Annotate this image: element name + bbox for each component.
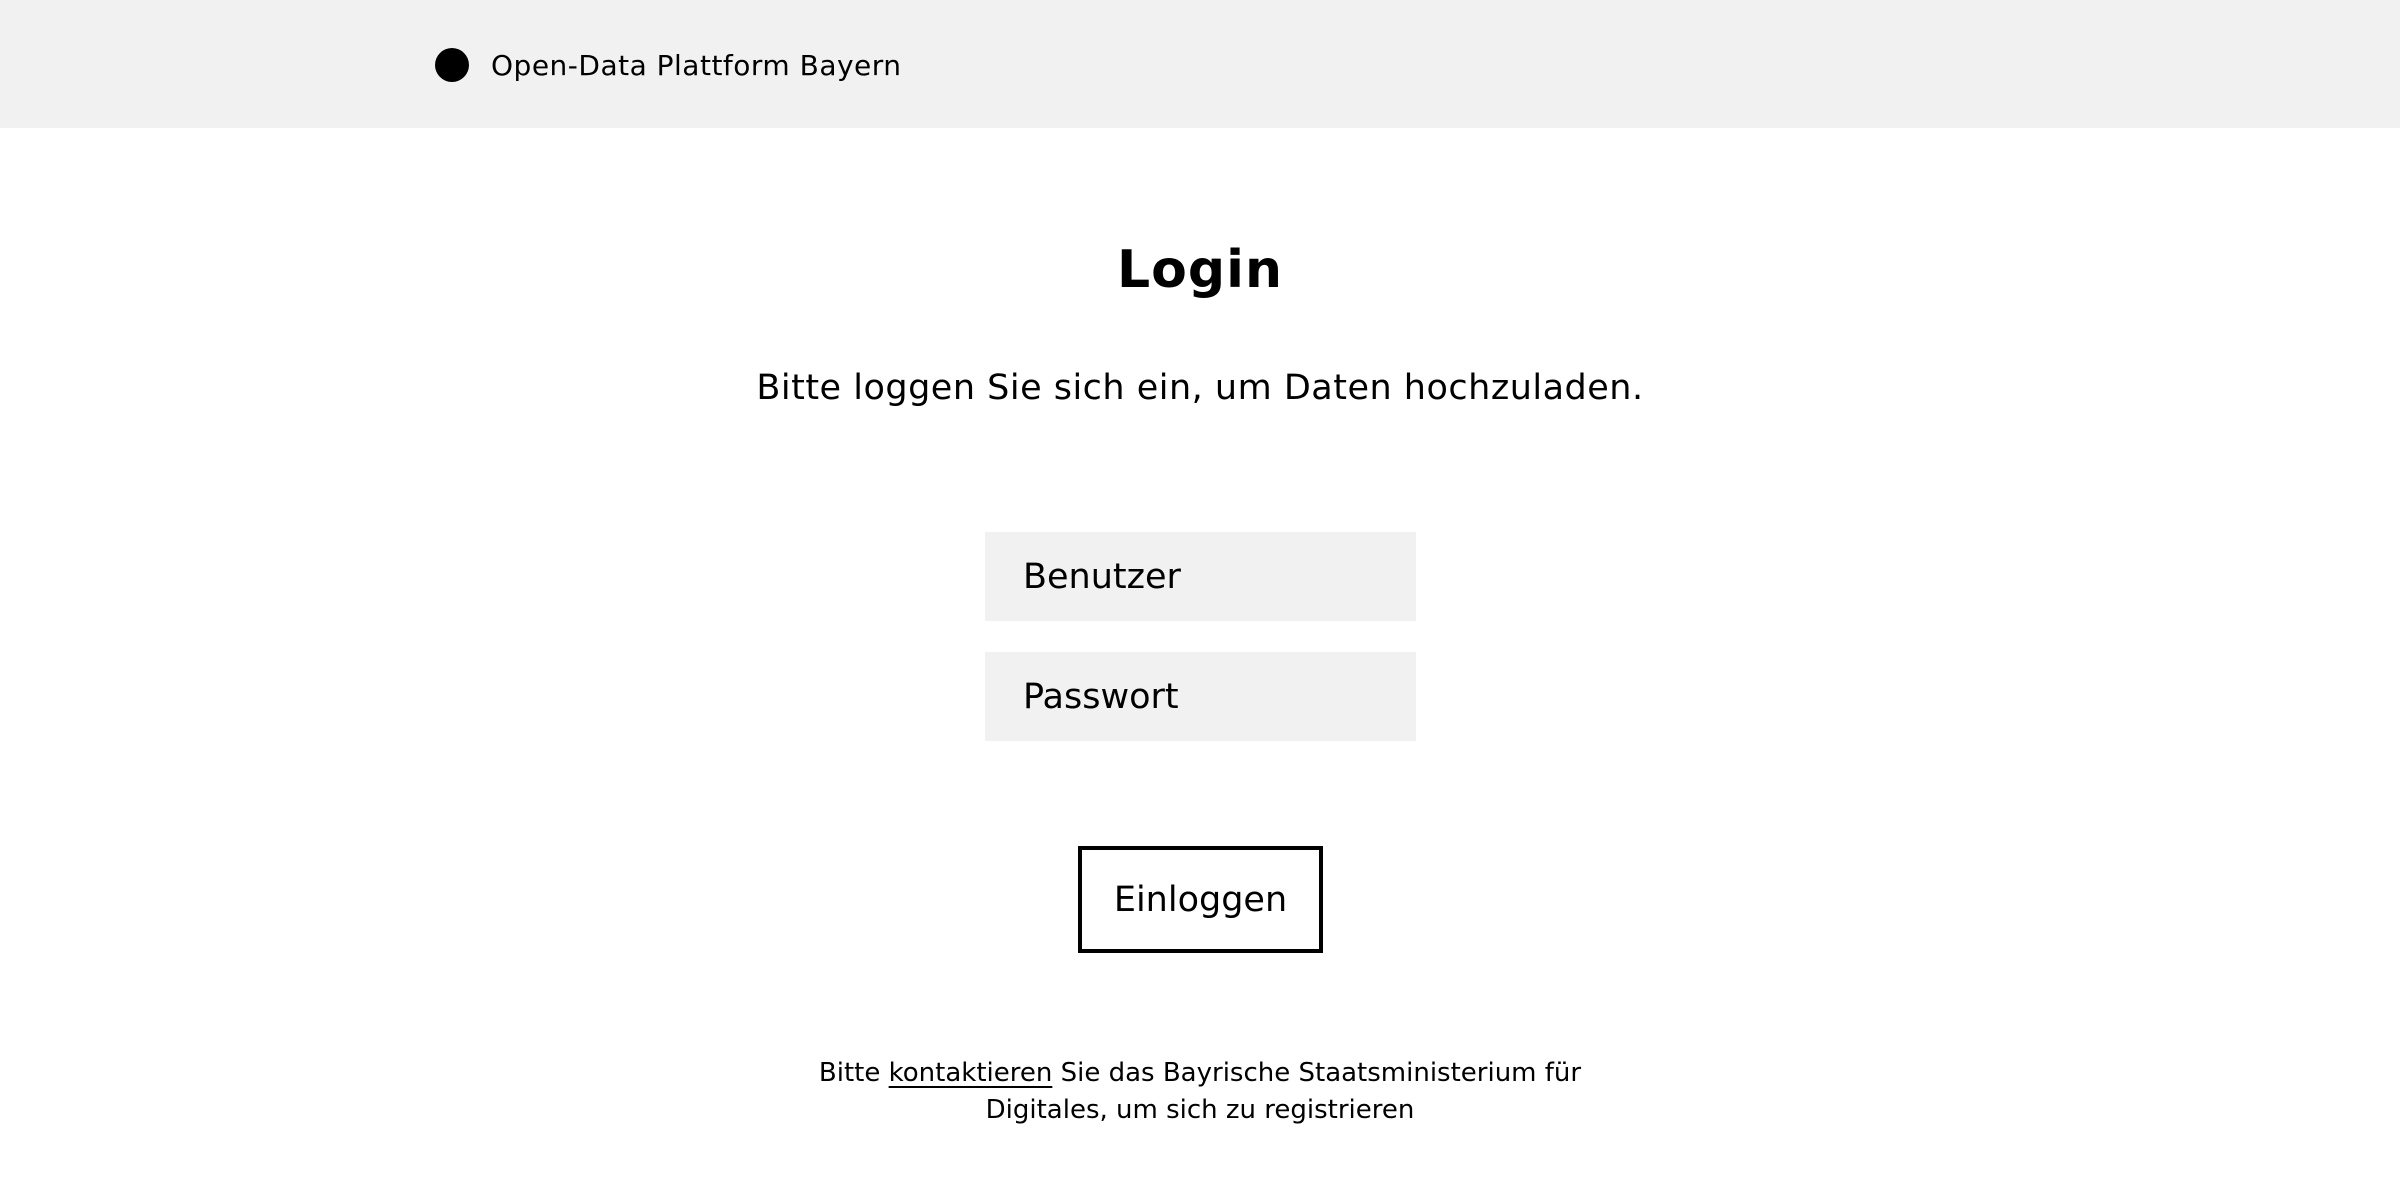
login-button[interactable]: Einloggen <box>1078 846 1323 953</box>
registration-note: Bitte kontaktieren Sie das Bayrische Sta… <box>800 1055 1600 1129</box>
page-title: Login <box>1117 240 1283 300</box>
login-instructions: Bitte loggen Sie sich ein, um Daten hoch… <box>756 368 1644 408</box>
logo-circle-icon <box>435 48 469 82</box>
registration-note-suffix: Sie das Bayrische Staatsministerium für … <box>985 1058 1582 1125</box>
username-input[interactable] <box>985 532 1416 621</box>
contact-link[interactable]: kontaktieren <box>889 1058 1053 1088</box>
top-bar: Open-Data Plattform Bayern <box>0 0 2400 128</box>
brand[interactable]: Open-Data Plattform Bayern <box>435 45 902 85</box>
registration-note-prefix: Bitte <box>818 1058 889 1088</box>
site-name: Open-Data Plattform Bayern <box>491 48 902 82</box>
password-input[interactable] <box>985 652 1416 741</box>
